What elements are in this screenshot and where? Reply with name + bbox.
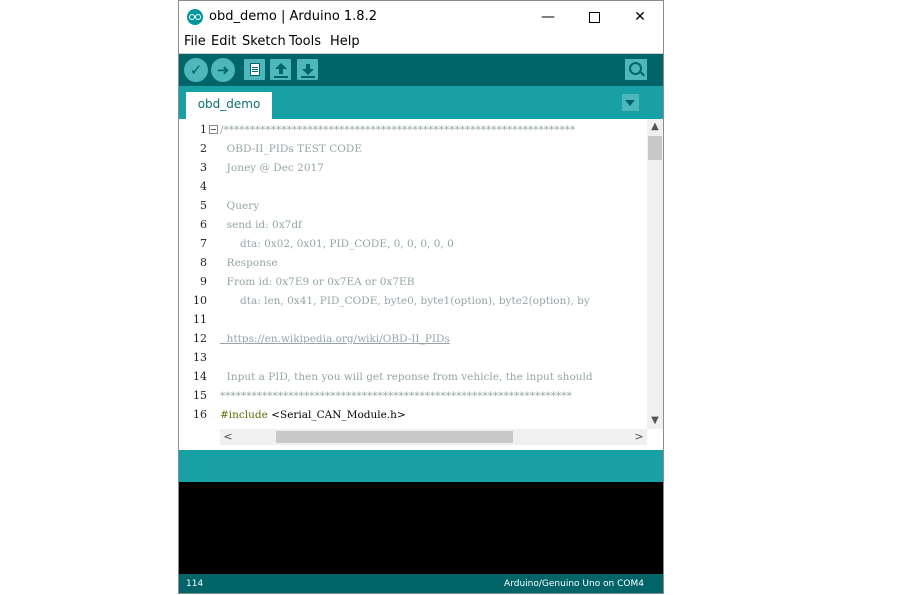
minimize-button[interactable]: — (525, 1, 571, 33)
line-number: 8 (200, 256, 207, 269)
line-number: 11 (193, 313, 207, 326)
menu-help[interactable]: Help (330, 34, 360, 49)
toolbar: ✓ ➜ (179, 54, 663, 86)
horizontal-scroll-thumb[interactable] (276, 431, 513, 443)
board-port-info: Arduino/Genuino Uno on COM4 (504, 579, 644, 589)
code-line: Joney @ Dec 2017 (220, 162, 324, 174)
title-bar: obd_demo | Arduino 1.8.2 — ✕ (179, 1, 663, 33)
upload-button[interactable]: ➜ (211, 58, 235, 82)
line-number: 5 (200, 199, 207, 212)
arrow-down-icon (302, 69, 314, 75)
serial-monitor-button[interactable] (625, 59, 647, 80)
line-number-gutter: 1 2 3 4 5 6 7 8 9 10 11 12 13 14 15 16 (179, 119, 209, 429)
scroll-down-icon[interactable]: ▼ (647, 413, 663, 429)
code-editor[interactable]: 1 2 3 4 5 6 7 8 9 10 11 12 13 14 15 16 /… (179, 119, 663, 429)
code-line-link[interactable]: https://en.wikipedia.org/wiki/OBD-II_PID… (220, 333, 450, 345)
scroll-up-icon[interactable]: ▲ (647, 119, 663, 135)
arrow-up-stem (279, 69, 283, 74)
code-line: /***************************************… (220, 124, 576, 136)
line-number: 12 (193, 332, 207, 345)
menu-tools[interactable]: Tools (289, 34, 321, 49)
menu-edit[interactable]: Edit (211, 34, 236, 49)
line-number: 3 (200, 161, 207, 174)
code-line: OBD-II_PIDs TEST CODE (220, 143, 362, 155)
tab-menu-button[interactable] (622, 94, 639, 111)
open-button[interactable] (270, 59, 291, 80)
arrow-down-base (301, 76, 315, 78)
line-number: 9 (200, 275, 207, 288)
menu-sketch[interactable]: Sketch (242, 34, 286, 49)
verify-button[interactable]: ✓ (184, 58, 208, 82)
maximize-button[interactable] (571, 1, 617, 33)
include-argument: <Serial_CAN_Module.h> (267, 409, 406, 421)
arrow-up-base (274, 76, 288, 78)
new-sketch-button[interactable] (244, 59, 265, 80)
line-number: 10 (193, 294, 207, 307)
magnifier-icon (629, 62, 642, 75)
code-line: send id: 0x7df (220, 219, 302, 231)
include-keyword: #include (220, 409, 268, 421)
code-line-include: #include <Serial_CAN_Module.h> (220, 409, 406, 421)
line-number: 2 (200, 142, 207, 155)
tab-obd-demo[interactable]: obd_demo (186, 92, 272, 119)
menu-file[interactable]: File (184, 34, 206, 49)
document-icon (250, 63, 260, 76)
code-line: dta: len, 0x41, PID_CODE, byte0, byte1(o… (220, 295, 590, 307)
close-button[interactable]: ✕ (617, 1, 663, 33)
horizontal-scrollbar[interactable]: < > (220, 429, 647, 445)
checkmark-icon: ✓ (189, 61, 203, 79)
code-area[interactable]: /***************************************… (220, 119, 647, 429)
arduino-ide-window: obd_demo | Arduino 1.8.2 — ✕ File Edit S… (178, 0, 664, 594)
line-number: 1 (200, 123, 207, 136)
line-number: 7 (200, 237, 207, 250)
code-line: ****************************************… (220, 390, 572, 402)
maximize-icon (588, 11, 600, 23)
fold-toggle-icon[interactable] (209, 125, 218, 134)
vertical-scroll-thumb[interactable] (648, 136, 662, 160)
code-line: From id: 0x7E9 or 0x7EA or 0x7EB (220, 276, 415, 288)
save-button[interactable] (297, 59, 318, 80)
scroll-left-icon[interactable]: < (220, 429, 236, 445)
arduino-logo-icon (187, 9, 203, 25)
line-number: 6 (200, 218, 207, 231)
line-number: 14 (193, 370, 207, 383)
line-number: 13 (193, 351, 207, 364)
arrow-right-icon: ➜ (216, 61, 230, 79)
code-line: dta: 0x02, 0x01, PID_CODE, 0, 0, 0, 0, 0 (220, 238, 454, 250)
line-number: 15 (193, 389, 207, 402)
menu-bar: File Edit Sketch Tools Help (179, 33, 663, 54)
console-output[interactable] (179, 482, 663, 574)
line-number: 16 (193, 408, 207, 421)
code-line: Query (220, 200, 260, 212)
current-line-number: 114 (186, 579, 204, 589)
vertical-scrollbar[interactable]: ▲ ▼ (647, 119, 663, 429)
scroll-right-icon[interactable]: > (631, 429, 647, 445)
message-bar (179, 450, 663, 482)
status-footer: 114 Arduino/Genuino Uno on COM4 (179, 574, 663, 593)
line-number: 4 (200, 180, 207, 193)
code-line: Response (220, 257, 278, 269)
window-title: obd_demo | Arduino 1.8.2 (209, 9, 377, 24)
tab-bar: obd_demo (179, 86, 663, 119)
code-line: Input a PID, then you will get reponse f… (220, 371, 593, 383)
